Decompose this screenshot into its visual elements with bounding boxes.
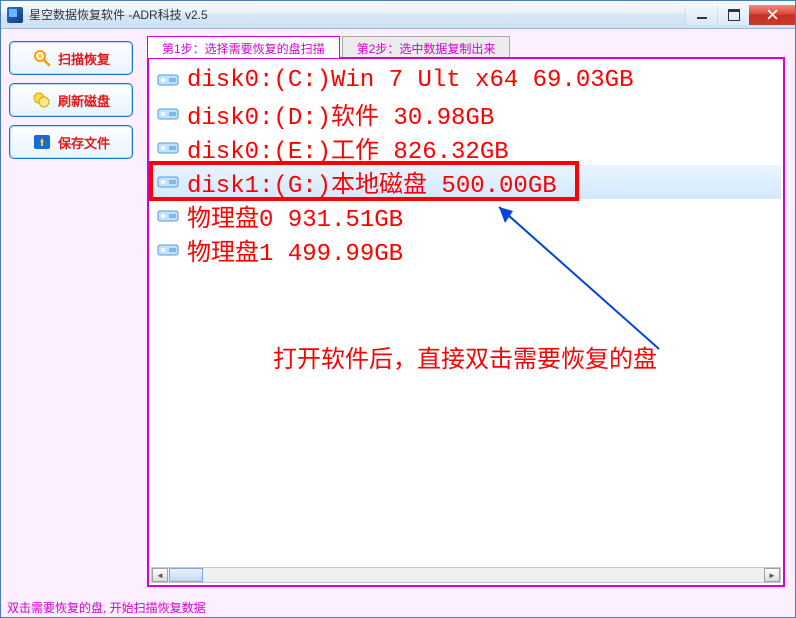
disk-text: disk1:(G:)本地磁盘 500.00GB (187, 164, 557, 200)
minimize-button[interactable] (685, 5, 717, 25)
disk-row[interactable]: disk0:(E:)工作 826.32GB (151, 131, 781, 165)
close-button[interactable] (749, 5, 795, 25)
save-file-button[interactable]: 保存文件 (9, 125, 133, 159)
refresh-icon (32, 90, 52, 110)
disk-row[interactable]: 物理盘1 499.99GB (151, 233, 781, 267)
scroll-right-button[interactable]: ► (764, 568, 780, 582)
horizontal-scrollbar[interactable]: ◄ ► (151, 567, 781, 583)
disk-text: disk0:(E:)工作 826.32GB (187, 130, 509, 166)
disk-row[interactable]: 物理盘0 931.51GB (151, 199, 781, 233)
save-icon (32, 132, 52, 152)
button-label: 扫描恢复 (58, 49, 110, 68)
disk-icon (157, 242, 179, 258)
disk-list: disk0:(C:)Win 7 Ult x64 69.03GB disk0:(D… (151, 63, 781, 567)
disk-text: disk0:(D:)软件 30.98GB (187, 96, 494, 132)
disk-row[interactable]: disk1:(G:)本地磁盘 500.00GB (151, 165, 781, 199)
button-label: 刷新磁盘 (58, 91, 110, 110)
scroll-left-button[interactable]: ◄ (152, 568, 168, 582)
client-area: 扫描恢复 刷新磁盘 保存文件 第1步：选择需要恢复的盘扫描 第2步：选中数据复制… (1, 29, 795, 597)
disk-icon (157, 208, 179, 224)
refresh-disk-button[interactable]: 刷新磁盘 (9, 83, 133, 117)
disk-text: 物理盘1 499.99GB (187, 232, 403, 268)
close-icon (767, 9, 778, 20)
disk-icon (157, 174, 179, 190)
disk-row[interactable]: disk0:(D:)软件 30.98GB (151, 97, 781, 131)
disk-icon (157, 106, 179, 122)
statusbar: 双击需要恢复的盘, 开始扫描恢复数据 (1, 597, 795, 617)
annotation-text: 打开软件后，直接双击需要恢复的盘 (273, 339, 657, 374)
sidebar: 扫描恢复 刷新磁盘 保存文件 (1, 29, 141, 597)
tab-step2[interactable]: 第2步：选中数据复制出来 (342, 36, 511, 58)
titlebar[interactable]: 星空数据恢复软件 -ADR科技 v2.5 (1, 1, 795, 29)
disk-text: disk0:(C:)Win 7 Ult x64 69.03GB (187, 67, 633, 94)
disk-panel: disk0:(C:)Win 7 Ult x64 69.03GB disk0:(D… (147, 57, 785, 587)
window-title: 星空数据恢复软件 -ADR科技 v2.5 (29, 6, 208, 23)
app-icon (7, 7, 23, 23)
disk-row[interactable]: disk0:(C:)Win 7 Ult x64 69.03GB (151, 63, 781, 97)
scan-recover-button[interactable]: 扫描恢复 (9, 41, 133, 75)
main-panel: 第1步：选择需要恢复的盘扫描 第2步：选中数据复制出来 disk0:(C:)Wi… (141, 29, 795, 597)
window-controls (685, 5, 795, 25)
app-window: 星空数据恢复软件 -ADR科技 v2.5 扫描恢复 刷新磁盘 (0, 0, 796, 618)
scan-icon (32, 48, 52, 68)
disk-text: 物理盘0 931.51GB (187, 198, 403, 234)
maximize-button[interactable] (717, 5, 749, 25)
disk-icon (157, 140, 179, 156)
scroll-thumb[interactable] (169, 568, 203, 582)
disk-icon (157, 72, 179, 88)
tab-step1[interactable]: 第1步：选择需要恢复的盘扫描 (147, 36, 340, 58)
status-text: 双击需要恢复的盘, 开始扫描恢复数据 (7, 599, 206, 616)
button-label: 保存文件 (58, 133, 110, 152)
tabs: 第1步：选择需要恢复的盘扫描 第2步：选中数据复制出来 (147, 35, 785, 57)
